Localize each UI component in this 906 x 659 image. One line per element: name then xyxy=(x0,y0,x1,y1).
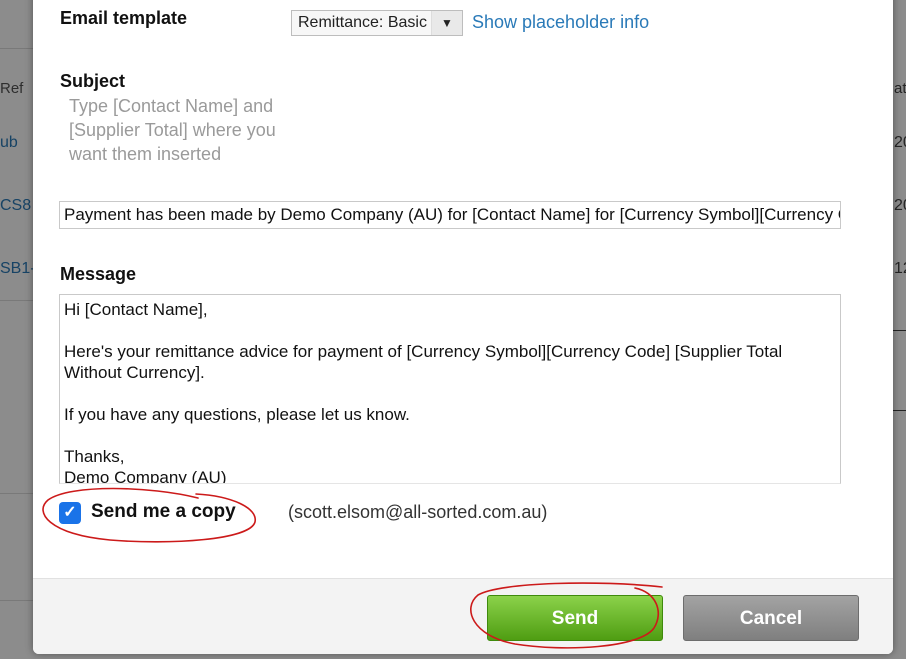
subject-label: Subject xyxy=(60,71,126,91)
send-copy-checkbox[interactable]: ✓ xyxy=(59,502,81,524)
subject-hint: Type [Contact Name] and [Supplier Total]… xyxy=(69,96,276,164)
copy-email-address: (scott.elsom@all-sorted.com.au) xyxy=(288,502,548,522)
message-line: Here's your remittance advice for paymen… xyxy=(64,342,783,382)
message-line: If you have any questions, please let us… xyxy=(64,405,410,424)
send-button[interactable]: Send xyxy=(487,595,663,641)
email-template-label: Email template xyxy=(60,8,188,28)
chevron-down-icon[interactable]: ▼ xyxy=(431,11,462,35)
message-textarea[interactable]: Hi [Contact Name], Here's your remittanc… xyxy=(59,294,841,484)
email-template-value: Remittance: Basic xyxy=(298,14,427,31)
cancel-button[interactable]: Cancel xyxy=(683,595,859,641)
message-line: Thanks, xyxy=(64,447,125,466)
send-remittance-dialog: Email template Remittance: Basic ▼ Show … xyxy=(33,0,893,654)
message-line: Hi [Contact Name], xyxy=(64,300,208,319)
subject-input[interactable]: Payment has been made by Demo Company (A… xyxy=(59,201,841,229)
message-label: Message xyxy=(60,264,137,284)
message-line: Demo Company (AU) xyxy=(64,468,227,484)
send-copy-label[interactable]: Send me a copy xyxy=(91,501,236,523)
email-template-select[interactable]: Remittance: Basic ▼ xyxy=(291,10,463,36)
show-placeholder-info-link[interactable]: Show placeholder info xyxy=(472,12,649,33)
dialog-footer: Send Cancel xyxy=(33,578,893,654)
